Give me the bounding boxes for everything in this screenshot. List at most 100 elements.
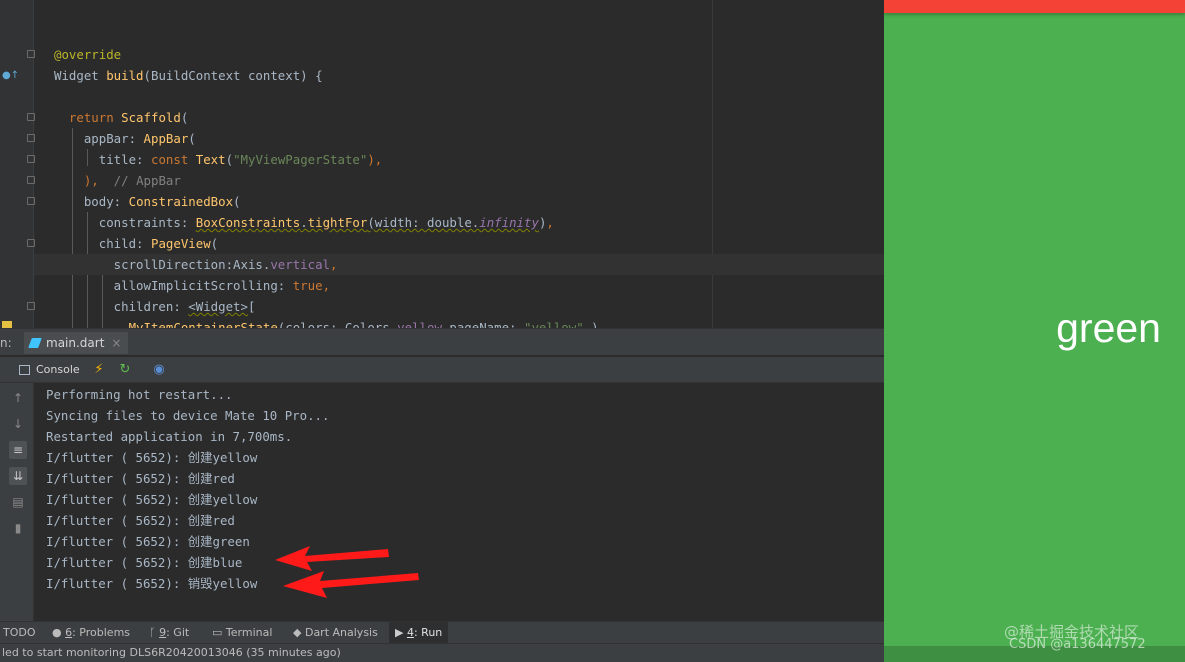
console-line: Syncing files to device Mate 10 Pro...: [46, 408, 330, 423]
tool-window-tabs: TODO ● 6: Problems ᚴ 9: Git ▭ Terminal ◆…: [0, 621, 884, 644]
console-line: I/flutter ( 5652): 创建blue: [46, 555, 243, 570]
code-token: build: [106, 68, 144, 83]
close-icon[interactable]: ×: [111, 332, 121, 354]
hot-restart-icon[interactable]: ↻: [116, 361, 134, 379]
code-token: AppBar: [143, 131, 189, 146]
tab-problems[interactable]: ● 6: Problems: [52, 622, 130, 644]
console-line: Restarted application in 7,700ms.: [46, 429, 293, 444]
run-toolbar: Console ⚡ ↻ ◉: [0, 357, 884, 383]
code-token: "MyViewPagerState": [233, 152, 368, 167]
tab-terminal[interactable]: ▭ Terminal: [212, 622, 272, 644]
tab-terminal-label: Terminal: [225, 626, 273, 639]
console-icon: [19, 365, 30, 375]
code-line-appbar[interactable]: appBar: AppBar(: [34, 128, 884, 149]
git-icon: ᚴ: [149, 626, 156, 639]
console-tab[interactable]: Console: [16, 361, 80, 379]
hot-reload-icon[interactable]: ⚡: [90, 361, 108, 379]
code-line-title[interactable]: title: const Text("MyViewPagerState"),: [34, 149, 884, 170]
device-preview[interactable]: green @稀土掘金技术社区 CSDN @a136447572: [884, 0, 1185, 662]
code-editor[interactable]: ●↑ @override Widget build(BuildContext co…: [0, 0, 884, 328]
code-line-item[interactable]: MyItemContainerState(colors: Colors.yell…: [34, 317, 884, 328]
dart-file-icon: [28, 338, 42, 348]
scroll-down-icon[interactable]: ↓: [9, 415, 27, 433]
override-gutter-icon[interactable]: ●↑: [2, 70, 19, 81]
code-token: (: [180, 110, 189, 125]
code-area[interactable]: @override Widget build(BuildContext conte…: [34, 0, 884, 328]
tab-main-dart-label: main.dart: [46, 336, 105, 350]
console-line: I/flutter ( 5652): 创建yellow: [46, 450, 258, 465]
code-token: "yellow": [523, 320, 584, 328]
tab-run-mnemonic: 4: [406, 626, 414, 639]
code-token: (colors: Colors.: [277, 320, 398, 328]
code-token: child:: [54, 236, 151, 251]
console-line: I/flutter ( 5652): 创建green: [46, 534, 250, 549]
code-token: .: [300, 215, 308, 230]
terminal-icon: ▭: [212, 626, 223, 639]
console-side-toolbar: ↑ ↓ ≡ ⇊ ▤ ▮: [0, 383, 34, 621]
console-line: I/flutter ( 5652): 创建red: [46, 513, 235, 528]
tab-main-dart[interactable]: main.dart ×: [24, 332, 129, 354]
tab-git[interactable]: ᚴ 9: Git: [149, 622, 189, 644]
soft-wrap-icon[interactable]: ≡: [9, 441, 27, 459]
console-line: I/flutter ( 5652): 创建red: [46, 471, 235, 486]
tab-run[interactable]: ▶ 4: Run: [389, 622, 449, 644]
editor-gutter[interactable]: ●↑: [0, 0, 35, 328]
code-token: scrollDirection:Axis.: [54, 257, 271, 272]
console-line: I/flutter ( 5652): 创建yellow: [46, 492, 258, 507]
code-line-scroll[interactable]: scrollDirection:Axis.vertical,: [34, 254, 884, 275]
scroll-to-end-icon[interactable]: ⇊: [9, 467, 27, 485]
code-token: (width: double.: [367, 215, 480, 230]
trash-icon[interactable]: ▮: [9, 519, 27, 537]
tab-git-label: : Git: [166, 626, 190, 639]
code-token: PageView: [150, 236, 211, 251]
flutter-inspector-icon[interactable]: ◉: [150, 361, 168, 379]
code-line-implicit[interactable]: allowImplicitScrolling: true,: [34, 275, 884, 296]
code-token: MyItemContainerState: [54, 320, 278, 328]
code-token: body:: [54, 194, 129, 209]
status-message: led to start monitoring DLS6R20420013046…: [2, 646, 341, 659]
tab-problems-label: : Problems: [72, 626, 131, 639]
code-token: ),: [54, 173, 99, 188]
code-token: (: [188, 131, 196, 146]
code-token: ),: [367, 152, 383, 167]
code-token: allowImplicitScrolling:: [54, 278, 293, 293]
code-line-override[interactable]: @override: [34, 44, 884, 65]
code-token: BoxConstraints: [195, 215, 301, 230]
code-line-children[interactable]: children: <Widget>[: [34, 296, 884, 317]
tab-dart-analysis[interactable]: ◆ Dart Analysis: [293, 622, 378, 644]
console-output[interactable]: Performing hot restart... Syncing files t…: [34, 383, 884, 621]
code-token: const: [150, 152, 196, 167]
scroll-up-icon[interactable]: ↑: [9, 389, 27, 407]
dart-analysis-icon: ◆: [293, 626, 302, 639]
code-token: ,pageName:: [441, 320, 524, 328]
code-token: [: [247, 299, 256, 314]
page-label: green: [1056, 305, 1161, 351]
problems-icon: ●: [52, 626, 62, 639]
print-icon[interactable]: ▤: [9, 493, 27, 511]
code-token: Widget: [54, 68, 107, 83]
code-line-blank[interactable]: [34, 86, 884, 107]
code-token: (: [210, 236, 219, 251]
code-token: Text: [195, 152, 226, 167]
code-line-body[interactable]: body: ConstrainedBox(: [34, 191, 884, 212]
tab-run-label: : Run: [413, 626, 443, 639]
code-token: ,),: [583, 320, 607, 328]
code-token: yellow: [397, 320, 442, 328]
code-line-constraints[interactable]: constraints: BoxConstraints.tightFor(wid…: [34, 212, 884, 233]
code-token: ConstrainedBox: [128, 194, 234, 209]
code-line-close-appbar[interactable]: ), // AppBar: [34, 170, 884, 191]
code-line-child[interactable]: child: PageView(: [34, 233, 884, 254]
run-tool-window-header: n: main.dart ×: [0, 328, 884, 356]
code-token: ,: [546, 215, 554, 230]
code-token: infinity: [479, 215, 539, 230]
code-token: ,: [330, 257, 338, 272]
code-line-build[interactable]: Widget build(BuildContext context) {: [34, 65, 884, 86]
code-line-return[interactable]: return Scaffold(: [34, 107, 884, 128]
code-token: // AppBar: [98, 173, 181, 188]
device-app-bar: [884, 0, 1185, 13]
watermark-csdn: CSDN @a136447572: [1009, 637, 1146, 652]
code-token: children:: [54, 299, 189, 314]
code-token: Scaffold: [121, 110, 181, 125]
tab-todo[interactable]: TODO: [3, 622, 36, 644]
run-window-label: n:: [0, 336, 12, 350]
